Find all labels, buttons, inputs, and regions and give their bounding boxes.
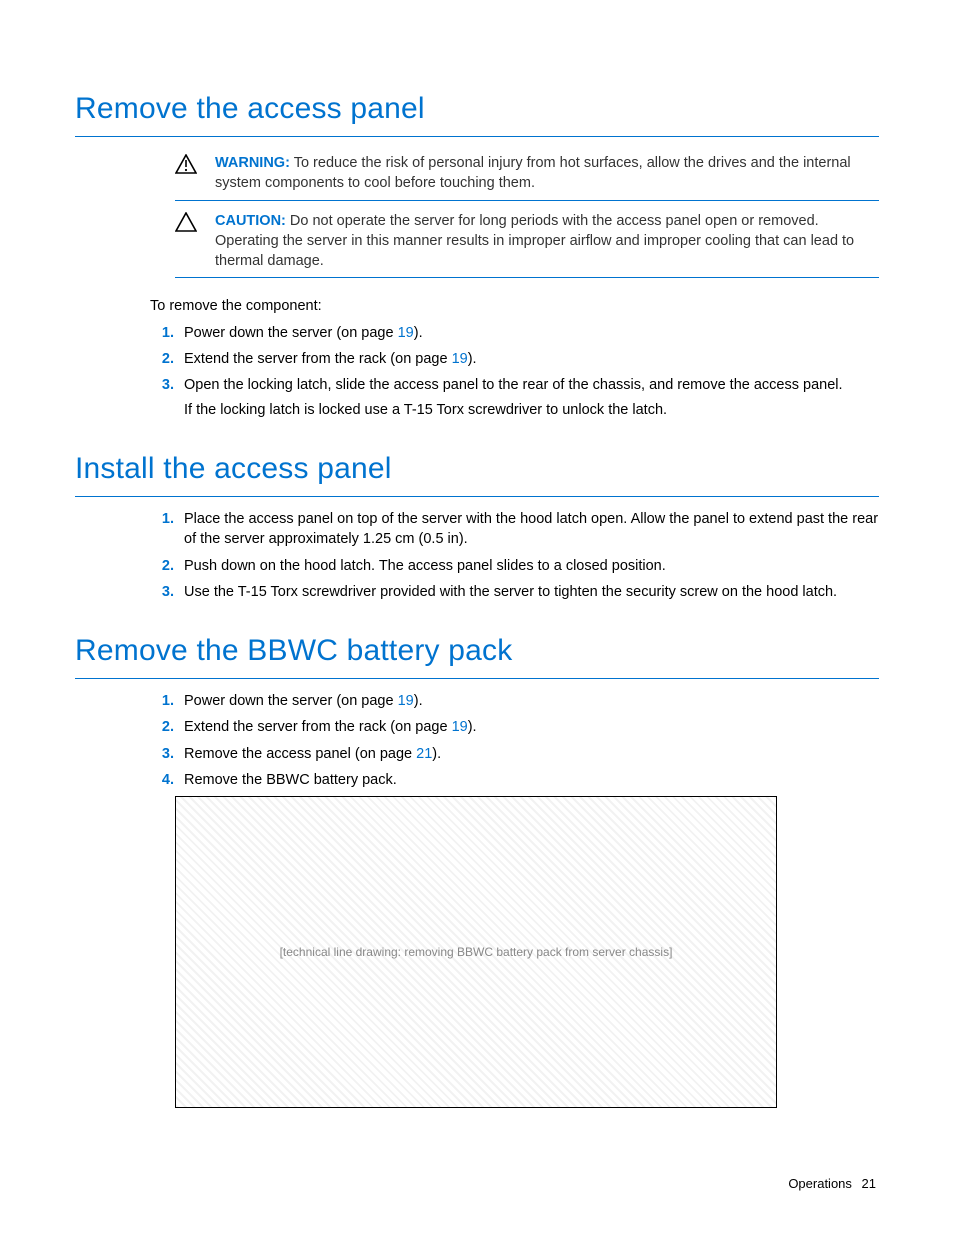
- step-text: ).: [414, 693, 423, 709]
- heading-rule: [75, 678, 879, 679]
- step-text: Power down the server (on page: [184, 693, 398, 709]
- remove-panel-steps: Power down the server (on page 19). Exte…: [150, 323, 879, 420]
- caution-icon: [175, 211, 215, 238]
- list-item: Remove the access panel (on page 21).: [178, 744, 879, 764]
- list-item: Open the locking latch, slide the access…: [178, 375, 879, 420]
- step-text: Remove the access panel (on page: [184, 746, 416, 762]
- footer-page-number: 21: [862, 1176, 876, 1191]
- page-link[interactable]: 19: [452, 351, 468, 367]
- footer-section-label: Operations: [788, 1176, 852, 1191]
- step-text: Extend the server from the rack (on page: [184, 351, 452, 367]
- step-text: ).: [432, 746, 441, 762]
- page-link[interactable]: 21: [416, 746, 432, 762]
- warning-text: To reduce the risk of personal injury fr…: [215, 155, 851, 191]
- caution-text: Do not operate the server for long perio…: [215, 213, 854, 270]
- list-item: Push down on the hood latch. The access …: [178, 556, 879, 576]
- step-text: ).: [468, 351, 477, 367]
- heading-remove-bbwc: Remove the BBWC battery pack: [75, 630, 879, 672]
- warning-callout: WARNING: To reduce the risk of personal …: [175, 149, 879, 201]
- heading-install-access-panel: Install the access panel: [75, 448, 879, 490]
- list-item: Extend the server from the rack (on page…: [178, 717, 879, 737]
- intro-text: To remove the component:: [150, 296, 879, 316]
- step-text: Open the locking latch, slide the access…: [184, 377, 843, 393]
- install-panel-steps: Place the access panel on top of the ser…: [150, 509, 879, 602]
- list-item: Power down the server (on page 19).: [178, 691, 879, 711]
- list-item: Power down the server (on page 19).: [178, 323, 879, 343]
- warning-label: WARNING:: [215, 155, 290, 171]
- warning-icon: [175, 153, 215, 180]
- heading-rule: [75, 496, 879, 497]
- step-subtext: If the locking latch is locked use a T-1…: [184, 400, 879, 420]
- caution-callout: CAUTION: Do not operate the server for l…: [175, 207, 879, 279]
- page-link[interactable]: 19: [398, 325, 414, 341]
- step-text: Power down the server (on page: [184, 325, 398, 341]
- step-text: ).: [468, 719, 477, 735]
- remove-bbwc-steps: Power down the server (on page 19). Exte…: [150, 691, 879, 790]
- step-text: ).: [414, 325, 423, 341]
- step-text: Extend the server from the rack (on page: [184, 719, 452, 735]
- list-item: Place the access panel on top of the ser…: [178, 509, 879, 550]
- heading-remove-access-panel: Remove the access panel: [75, 88, 879, 130]
- list-item: Remove the BBWC battery pack.: [178, 770, 879, 790]
- bbwc-removal-figure: [technical line drawing: removing BBWC b…: [175, 796, 777, 1108]
- heading-rule: [75, 136, 879, 137]
- list-item: Extend the server from the rack (on page…: [178, 349, 879, 369]
- caution-label: CAUTION:: [215, 213, 286, 229]
- page-footer: Operations 21: [788, 1175, 876, 1193]
- list-item: Use the T-15 Torx screwdriver provided w…: [178, 582, 879, 602]
- page-link[interactable]: 19: [398, 693, 414, 709]
- page-link[interactable]: 19: [452, 719, 468, 735]
